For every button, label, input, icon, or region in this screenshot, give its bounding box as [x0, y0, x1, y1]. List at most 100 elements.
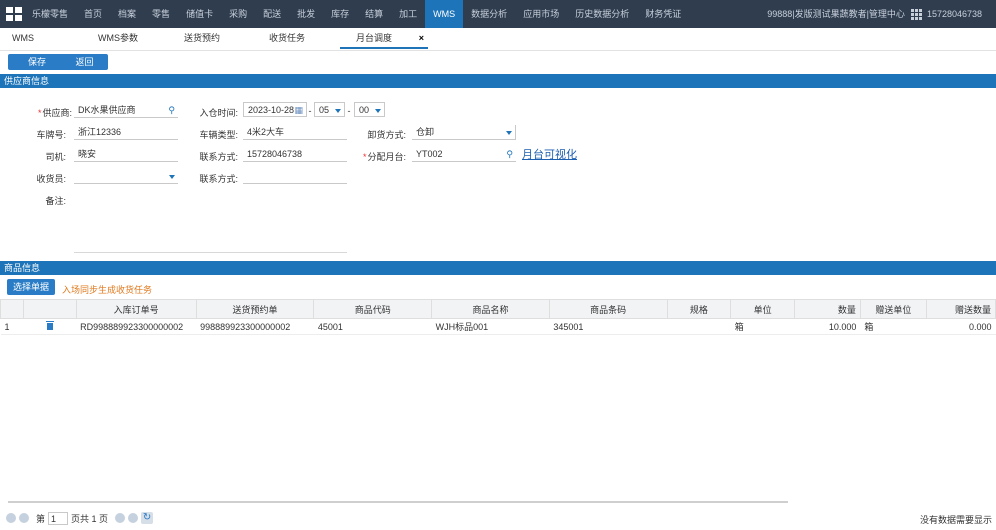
nav-item-distribution[interactable]: 配送: [255, 0, 289, 28]
supplier-label: *供应商:: [37, 108, 72, 118]
col-product-code[interactable]: 商品代码: [313, 299, 433, 319]
arrival-date-value: 2023-10-28: [248, 105, 295, 115]
apps-grid-icon[interactable]: [910, 9, 922, 20]
nav-item-retail[interactable]: 零售: [144, 0, 178, 28]
cell-product-barcode: 345001: [549, 318, 668, 335]
col-quantity[interactable]: 数量: [793, 299, 861, 319]
store-name[interactable]: 99888|发版测试果蔬教者|管理中心: [767, 0, 905, 28]
nav-item-purchase[interactable]: 采购: [221, 0, 255, 28]
col-gift-quantity[interactable]: 赠送数量: [925, 299, 996, 319]
row-delete[interactable]: [23, 318, 77, 335]
back-button[interactable]: 返回: [61, 54, 108, 70]
nav-item-wms[interactable]: WMS: [425, 0, 464, 28]
close-icon[interactable]: ×: [419, 28, 424, 49]
calendar-icon[interactable]: ▦: [294, 103, 303, 118]
cell-spec: [667, 318, 731, 335]
col-order-no[interactable]: 入库订单号: [75, 299, 197, 319]
col-product-barcode[interactable]: 商品条码: [548, 299, 668, 319]
chevron-down-icon: [335, 109, 341, 113]
goods-table: 入库订单号 送货预约单 商品代码 商品名称 商品条码 规格 单位 数量 赠送单位…: [0, 299, 996, 335]
cell-unit: 箱: [730, 318, 795, 335]
refresh-icon[interactable]: ↻: [141, 512, 154, 524]
nav-item-inventory[interactable]: 库存: [323, 0, 357, 28]
required-marker: *: [362, 152, 367, 162]
arrival-date-field[interactable]: 2023-10-28 ▦: [243, 102, 307, 117]
receiver-contact-label: 联系方式:: [199, 174, 238, 184]
driver-input[interactable]: 晓安: [74, 147, 178, 162]
vehicle-type-label: 车辆类型:: [199, 130, 238, 140]
arrival-minute-select[interactable]: 00: [354, 102, 385, 117]
plate-input[interactable]: 浙江12336: [74, 125, 178, 140]
nav-item-stored-value-card[interactable]: 储值卡: [178, 0, 221, 28]
arrival-hour-value: 05: [319, 105, 330, 115]
col-product-name[interactable]: 商品名称: [431, 299, 550, 319]
cell-product-code: 45001: [313, 318, 432, 335]
row-index: 1: [0, 318, 24, 335]
nav-item-archive[interactable]: 档案: [110, 0, 144, 28]
tab-delivery-appointment[interactable]: 送货预约: [184, 28, 244, 49]
nav-item-home[interactable]: 首页: [76, 0, 110, 28]
next-page-icon[interactable]: [115, 513, 126, 523]
horizontal-scrollbar[interactable]: [8, 501, 788, 503]
tab-wms-params[interactable]: WMS参数: [98, 28, 158, 49]
page-total-text: 页共 1 页: [71, 513, 109, 524]
remark-textarea[interactable]: [74, 190, 347, 253]
cell-product-name: WJH标品001: [431, 318, 550, 335]
unload-method-value: 仓卸: [416, 127, 435, 137]
tab-receiving-task[interactable]: 收货任务: [269, 28, 329, 49]
chevron-down-icon: [506, 131, 512, 135]
date-hour-separator: -: [308, 106, 312, 116]
tab-dock-dispatch[interactable]: 月台调度 ×: [340, 28, 428, 49]
receiver-select[interactable]: [74, 169, 178, 184]
main-menu: 乐檬零售 首页 档案 零售 储值卡 采购 配送 批发 库存 结算 加工 WMS 数据分析 应用市场 历史数据…: [24, 0, 689, 28]
dock-field[interactable]: YT002 ⚲: [412, 147, 516, 162]
first-page-icon[interactable]: [6, 513, 16, 523]
receiver-contact-input[interactable]: [243, 169, 347, 184]
cell-order-no: RD998889923300000002: [76, 318, 197, 335]
last-page-icon[interactable]: [128, 513, 139, 523]
nav-item-processing[interactable]: 加工: [391, 0, 425, 28]
nav-item-brand[interactable]: 乐檬零售: [24, 0, 76, 28]
cell-quantity[interactable]: 10.000: [794, 318, 861, 335]
supplier-field[interactable]: DK水果供应商 ⚲: [74, 103, 178, 118]
select-document-button[interactable]: 选择单据: [7, 279, 55, 295]
search-icon[interactable]: ⚲: [506, 147, 513, 162]
col-action: [22, 299, 77, 319]
page-number-input[interactable]: 1: [48, 511, 69, 525]
cell-gift-unit: 箱: [860, 318, 927, 335]
search-icon[interactable]: ⚲: [168, 103, 175, 118]
hour-minute-separator: -: [347, 106, 351, 116]
page-prefix: 第: [36, 513, 46, 524]
trash-icon[interactable]: [45, 321, 54, 330]
top-nav-bar: 乐檬零售 首页 档案 零售 储值卡 采购 配送 批发 库存 结算 加工 WMS 数据分析 应用市场 历史数据…: [0, 0, 996, 28]
sync-warning-text: 入场同步生成收货任务: [62, 285, 153, 295]
tab-dock-dispatch-label: 月台调度: [356, 33, 393, 43]
col-appointment-no[interactable]: 送货预约单: [195, 299, 315, 319]
unload-method-select[interactable]: 仓卸: [412, 125, 516, 140]
arrival-time-label: 入仓时间:: [199, 108, 238, 118]
dock-visualization-link[interactable]: 月台可视化: [522, 146, 577, 162]
nav-item-history-analysis[interactable]: 历史数据分析: [567, 0, 637, 28]
user-phone[interactable]: 15728046738: [927, 0, 982, 28]
contact-input[interactable]: 15728046738: [243, 147, 347, 162]
user-area: 99888|发版测试果蔬教者|管理中心 15728046738: [767, 0, 982, 28]
supplier-section-header: 供应商信息: [0, 74, 996, 88]
prev-page-icon[interactable]: [19, 513, 29, 523]
no-data-message: 没有数据需要显示: [919, 515, 992, 525]
nav-item-wholesale[interactable]: 批发: [289, 0, 323, 28]
goods-section-header: 商品信息: [0, 261, 996, 275]
nav-item-app-market[interactable]: 应用市场: [515, 0, 567, 28]
save-button[interactable]: 保存: [8, 54, 66, 70]
cell-gift-quantity[interactable]: 0.000: [926, 318, 996, 335]
arrival-hour-select[interactable]: 05: [314, 102, 345, 117]
nav-item-settlement[interactable]: 结算: [357, 0, 391, 28]
col-gift-unit[interactable]: 赠送单位: [859, 299, 927, 319]
nav-item-data-analysis[interactable]: 数据分析: [463, 0, 515, 28]
vehicle-type-input[interactable]: 4米2大车: [243, 125, 347, 140]
nav-item-finance-voucher[interactable]: 财务凭证: [637, 0, 689, 28]
col-unit[interactable]: 单位: [730, 299, 795, 319]
tab-wms[interactable]: WMS: [12, 28, 52, 49]
app-grid-logo-icon[interactable]: [6, 7, 22, 21]
col-spec[interactable]: 规格: [666, 299, 732, 319]
unload-method-label: 卸货方式:: [367, 130, 406, 140]
